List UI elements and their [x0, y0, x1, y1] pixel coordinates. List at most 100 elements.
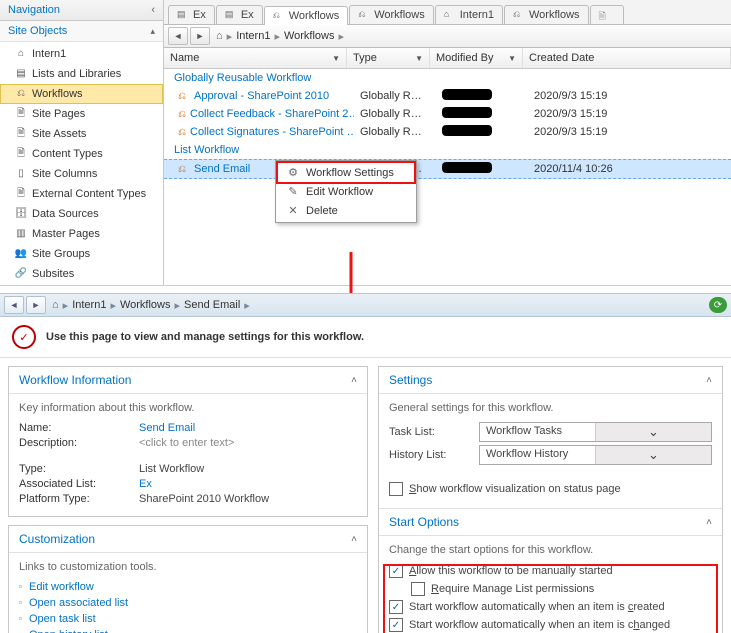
breadcrumb-intern1[interactable]: Intern1 — [72, 299, 106, 311]
breadcrumb-sep-icon: ▸ — [227, 30, 233, 43]
require-manage-list-checkbox[interactable]: Require Manage List permissions — [411, 582, 712, 596]
tab-ex[interactable]: ▤Ex — [216, 5, 263, 24]
workflow-info-header[interactable]: Workflow Information ˄ — [9, 367, 367, 394]
start-on-create-label: Start workflow automatically when an ite… — [409, 601, 665, 613]
workflow-grid: Name▼ Type▼ Modified By ▼ Created Date Gl… — [164, 48, 731, 285]
dropdown-icon[interactable]: ▼ — [332, 54, 340, 63]
history-list-value: Workflow History — [480, 446, 595, 464]
checkbox-icon[interactable] — [389, 482, 403, 496]
sidebar-item-all-files[interactable]: 🗀All Files — [0, 284, 163, 285]
sidebar-item-intern1[interactable]: ⌂Intern1 — [0, 44, 163, 64]
tab-workflows[interactable]: ⎌Workflows — [264, 6, 349, 25]
sidebar-item-content-types[interactable]: 🗎Content Types — [0, 144, 163, 164]
tab-blank[interactable]: 🗎 — [590, 5, 624, 24]
breadcrumb-sep-icon: ▸ — [274, 30, 280, 43]
nav-forward-button[interactable]: ► — [26, 296, 46, 314]
customization-header[interactable]: Customization ˄ — [9, 526, 367, 553]
table-row[interactable]: ⎌Send EmailList Workfl…2020/11/4 10:26 — [164, 159, 731, 179]
link-open-history-list[interactable]: Open history list — [19, 629, 357, 633]
context-menu: ⚙ Workflow Settings ✎ Edit Workflow ✕ De… — [275, 160, 417, 223]
link-open-task-list[interactable]: Open task list — [19, 613, 357, 625]
column-created-date[interactable]: Created Date — [523, 48, 731, 68]
refresh-button[interactable]: ⟳ — [709, 297, 727, 313]
menu-edit-workflow[interactable]: ✎ Edit Workflow — [278, 182, 414, 201]
menu-workflow-settings[interactable]: ⚙ Workflow Settings — [278, 163, 414, 182]
breadcrumb-workflows[interactable]: Workflows — [120, 299, 171, 311]
value-description[interactable]: <click to enter text> — [139, 437, 234, 449]
row-modified-by — [436, 106, 528, 122]
checkbox-icon[interactable]: ✓ — [389, 564, 403, 578]
nav-forward-button[interactable]: ► — [190, 27, 210, 45]
breadcrumb-sep-icon: ▸ — [244, 299, 250, 312]
column-type[interactable]: Type▼ — [347, 48, 430, 68]
settings-header[interactable]: Settings ˄ — [379, 367, 722, 394]
row-type: Globally R… — [354, 125, 436, 139]
row-name: Send Email — [194, 163, 250, 175]
checkbox-icon[interactable]: ✓ — [389, 600, 403, 614]
chevron-down-icon[interactable]: ⌄ — [595, 446, 711, 464]
sidebar-item-site-assets[interactable]: 🗎Site Assets — [0, 124, 163, 144]
link-open-associated-list[interactable]: Open associated list — [19, 597, 357, 609]
collapse-icon[interactable]: ˄ — [351, 534, 357, 545]
home-icon[interactable]: ⌂ — [52, 299, 59, 311]
task-list-select[interactable]: Workflow Tasks⌄ — [479, 422, 712, 442]
tree-item-icon: 🗎 — [14, 107, 28, 121]
table-row[interactable]: ⎌Collect Signatures - SharePoint …Global… — [164, 123, 731, 141]
collapse-nav-icon[interactable]: ‹ — [151, 4, 155, 16]
sidebar-item-workflows[interactable]: ⎌Workflows — [0, 84, 163, 104]
workflow-icon: ⎌ — [178, 164, 190, 175]
tab-icon: ▤ — [177, 9, 189, 21]
allow-manual-start-checkbox[interactable]: ✓ Allow this workflow to be manually sta… — [389, 564, 712, 578]
row-modified-by — [436, 88, 528, 104]
table-row[interactable]: ⎌Collect Feedback - SharePoint 2…Globall… — [164, 105, 731, 123]
customization-title: Customization — [19, 532, 95, 546]
breadcrumb-intern1[interactable]: Intern1 — [236, 30, 270, 42]
value-associated-list[interactable]: Ex — [139, 478, 152, 490]
breadcrumb-workflows[interactable]: Workflows — [284, 30, 335, 42]
nav-back-button[interactable]: ◄ — [4, 296, 24, 314]
tab-intern1[interactable]: ⌂Intern1 — [435, 5, 503, 24]
table-row[interactable]: ⎌Approval - SharePoint 2010Globally R…20… — [164, 87, 731, 105]
history-list-select[interactable]: Workflow History⌄ — [479, 445, 712, 465]
column-modified-by[interactable]: Modified By ▼ — [430, 48, 523, 68]
column-mod-label: Modified By — [436, 52, 493, 64]
breadcrumb-bar: ◄ ► ⌂ ▸ Intern1 ▸ Workflows ▸ — [164, 25, 731, 48]
tree-item-label: Site Pages — [32, 106, 85, 122]
sidebar-item-master-pages[interactable]: ▥Master Pages — [0, 224, 163, 244]
site-objects-header[interactable]: Site Objects ▴ — [0, 21, 163, 42]
dropdown-icon[interactable]: ▼ — [415, 54, 423, 63]
start-options-desc: Change the start options for this workfl… — [389, 544, 712, 556]
sidebar-item-external-content-types[interactable]: 🗎External Content Types — [0, 184, 163, 204]
collapse-icon[interactable]: ˄ — [351, 375, 357, 386]
dropdown-icon[interactable]: ▼ — [508, 54, 516, 63]
breadcrumb-send-email[interactable]: Send Email — [184, 299, 240, 311]
navigation-header[interactable]: Navigation ‹ — [0, 0, 163, 21]
sidebar-item-site-columns[interactable]: ▯Site Columns — [0, 164, 163, 184]
column-name[interactable]: Name▼ — [164, 48, 347, 68]
tab-workflows[interactable]: ⎌Workflows — [349, 5, 434, 24]
tab-icon: ⎌ — [358, 9, 370, 21]
show-visualization-checkbox[interactable]: Show workflow visualization on status pa… — [389, 482, 712, 496]
sidebar-item-data-sources[interactable]: 🗄Data Sources — [0, 204, 163, 224]
value-name[interactable]: Send Email — [139, 422, 195, 434]
workflow-icon: ⎌ — [178, 127, 186, 138]
start-options-header[interactable]: Start Options ˄ — [379, 508, 722, 536]
sidebar-item-subsites[interactable]: 🔗Subsites — [0, 264, 163, 284]
collapse-icon[interactable]: ˄ — [706, 517, 712, 528]
start-on-change-checkbox[interactable]: ✓ Start workflow automatically when an i… — [389, 618, 712, 632]
tree-item-label: Site Groups — [32, 246, 90, 262]
chevron-down-icon[interactable]: ⌄ — [595, 423, 711, 441]
collapse-icon[interactable]: ˄ — [706, 375, 712, 386]
start-on-create-checkbox[interactable]: ✓ Start workflow automatically when an i… — [389, 600, 712, 614]
menu-delete[interactable]: ✕ Delete — [278, 201, 414, 220]
tab-workflows[interactable]: ⎌Workflows — [504, 5, 589, 24]
sidebar-item-site-groups[interactable]: 👥Site Groups — [0, 244, 163, 264]
nav-back-button[interactable]: ◄ — [168, 27, 188, 45]
sidebar-item-lists-and-libraries[interactable]: ▤Lists and Libraries — [0, 64, 163, 84]
tab-ex[interactable]: ▤Ex — [168, 5, 215, 24]
checkbox-icon[interactable]: ✓ — [389, 618, 403, 632]
sidebar-item-site-pages[interactable]: 🗎 Site Pages — [0, 104, 163, 124]
checkbox-icon[interactable] — [411, 582, 425, 596]
home-icon[interactable]: ⌂ — [216, 30, 223, 42]
link-edit-workflow[interactable]: Edit workflow — [19, 581, 357, 593]
